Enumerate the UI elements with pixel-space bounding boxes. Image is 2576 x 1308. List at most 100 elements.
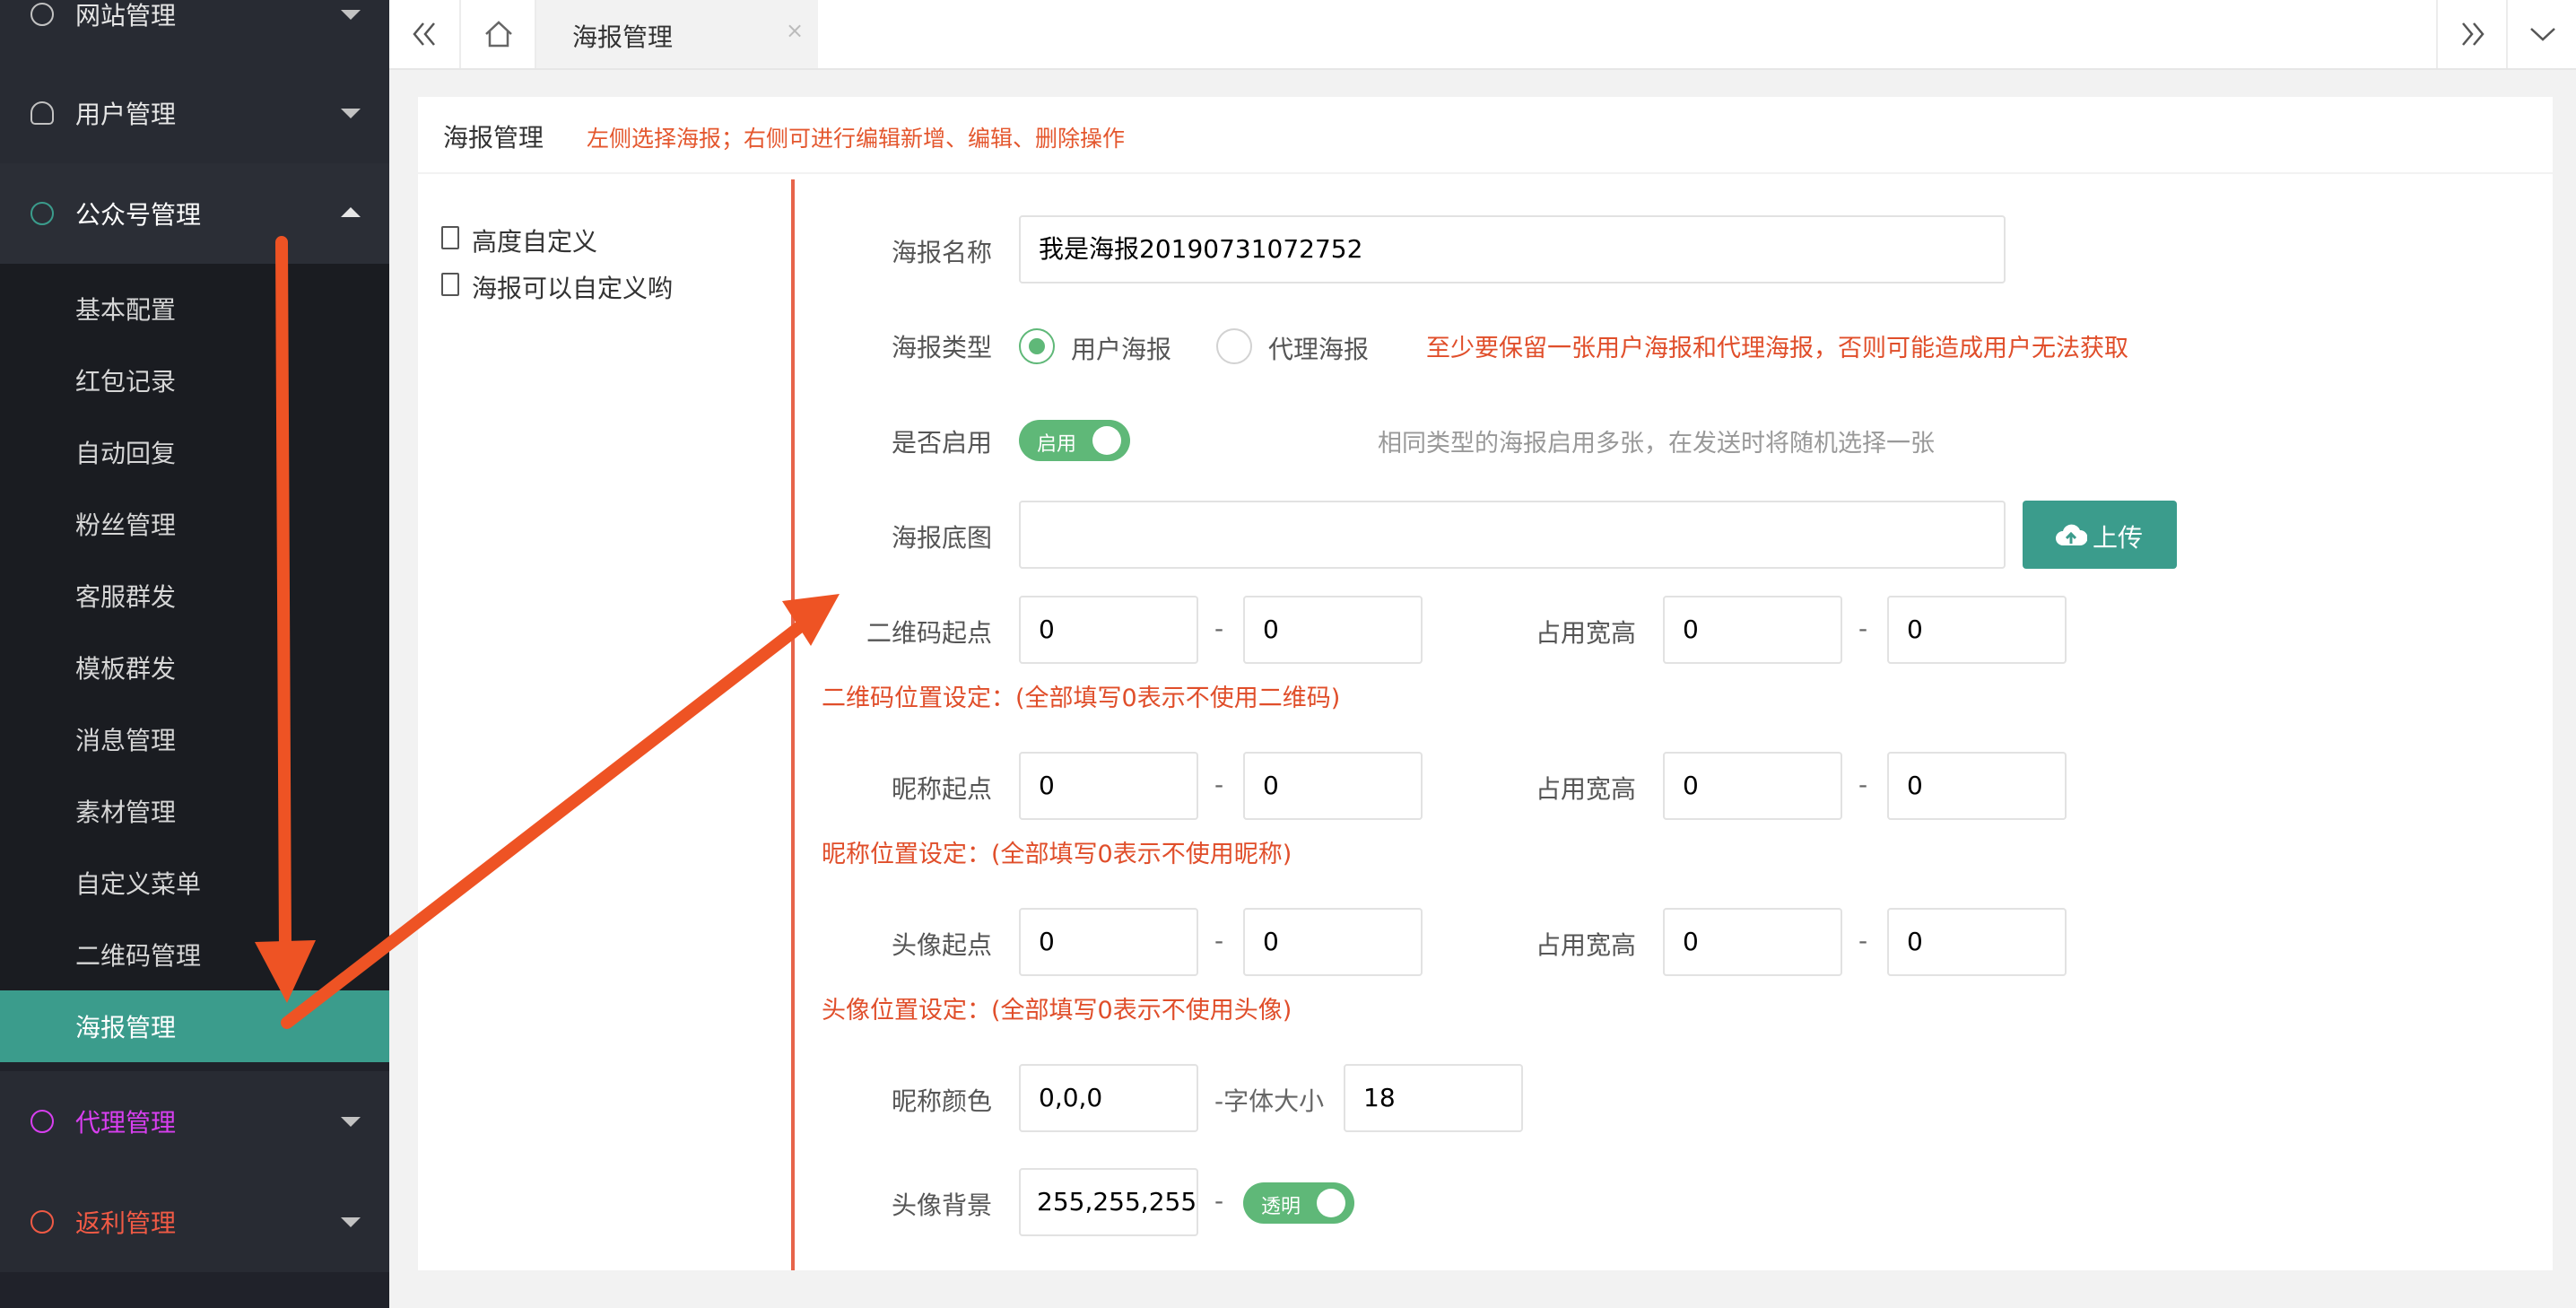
radio-user-poster-label: 用户海报 [1071,335,1172,364]
nick-color-label: 昵称颜色 [891,1086,992,1116]
nav-group-website[interactable]: 网站管理 [0,0,389,65]
poster-name-label: 海报名称 [891,238,992,267]
nick-color-input[interactable]: 0,0,0 [1019,1064,1198,1132]
dash: - [1858,770,1868,799]
tree-item-label: 高度自定义 [472,227,598,257]
radio-user-poster[interactable] [1019,328,1055,364]
sidebar-item-label: 自动回复 [75,439,177,468]
nick-origin-label: 昵称起点 [891,774,992,804]
nav-group-users[interactable]: 用户管理 [0,63,389,163]
chevron-down-icon [341,109,361,118]
qr-note: 二维码位置设定：(全部填写0表示不使用二维码) [822,685,1341,712]
cloud-upload-icon [2056,524,2087,545]
sidebar-item-label: 二维码管理 [75,941,202,971]
sidebar-item-label: 粉丝管理 [75,510,177,540]
tab-poster[interactable]: 海报管理 × [536,0,818,68]
rebate-icon [30,1210,54,1234]
double-chevron-left-icon [413,22,435,46]
tab-bar: 海报管理 × [389,0,2576,70]
enable-switch[interactable]: 启用 [1019,420,1130,461]
tab-label: 海报管理 [572,22,674,52]
dash: - [1858,926,1868,955]
sidebar-item-template-broadcast[interactable]: 模板群发 [0,632,389,703]
agent-icon [30,1110,54,1133]
sidebar-item-custom-menu[interactable]: 自定义菜单 [0,847,389,919]
close-icon[interactable]: × [786,18,804,43]
dash: - [1214,926,1224,955]
qr-width-input[interactable]: 0 [1663,596,1842,664]
sidebar-item-qrcode[interactable]: 二维码管理 [0,919,389,990]
page-title: 海报管理 [443,123,544,153]
sidebar-item-fans[interactable]: 粉丝管理 [0,488,389,560]
nav-group-wechat[interactable]: 公众号管理 [0,163,389,264]
transparent-switch[interactable]: 透明 [1243,1182,1354,1224]
scroll-left-button[interactable] [389,0,461,68]
home-tab[interactable] [461,0,536,68]
font-size-label: -字体大小 [1214,1086,1325,1116]
avatar-size-label: 占用宽高 [1535,930,1636,960]
sidebar-item-auto-reply[interactable]: 自动回复 [0,416,389,488]
tab-menu-button[interactable] [2506,0,2576,68]
tree-item-poster[interactable]: 海报可以自定义哟 [441,269,674,305]
sidebar-item-label: 基本配置 [75,295,177,325]
qr-x-input[interactable]: 0 [1019,596,1198,664]
tree-item-label: 海报可以自定义哟 [472,274,674,303]
poster-type-label: 海报类型 [891,333,992,362]
nick-note: 昵称位置设定：(全部填写0表示不使用昵称) [822,841,1292,868]
nick-y-input[interactable]: 0 [1243,752,1423,820]
sidebar-item-label: 自定义菜单 [75,869,202,899]
qr-origin-label: 二维码起点 [866,618,992,648]
nick-size-label: 占用宽高 [1535,774,1636,804]
chevron-down-icon [341,1117,361,1127]
poster-name-input[interactable]: 我是海报20190731072752 [1019,215,2006,283]
chevron-up-icon [341,207,361,217]
sidebar-item-label: 客服群发 [75,582,177,612]
avatar-bg-input[interactable]: 255,255,255 [1019,1168,1198,1236]
avatar-height-input[interactable]: 0 [1887,908,2067,976]
font-size-input[interactable]: 18 [1344,1064,1523,1132]
dash: - [1858,614,1868,643]
sidebar-item-basic-config[interactable]: 基本配置 [0,273,389,344]
sidebar-item-messages[interactable]: 消息管理 [0,703,389,775]
sidebar-item-label: 消息管理 [75,726,177,755]
avatar-width-input[interactable]: 0 [1663,908,1842,976]
dash: - [1214,770,1224,799]
wechat-icon [30,202,54,225]
nick-height-input[interactable]: 0 [1887,752,2067,820]
sidebar-item-materials[interactable]: 素材管理 [0,775,389,847]
avatar-origin-label: 头像起点 [891,930,992,960]
nav-group-label: 用户管理 [75,100,177,129]
globe-icon [30,3,54,26]
switch-knob [1317,1189,1345,1217]
nav-group-label: 返利管理 [75,1208,177,1238]
avatar-bg-label: 头像背景 [891,1190,992,1220]
qr-y-input[interactable]: 0 [1243,596,1423,664]
poster-bg-input[interactable] [1019,501,2006,569]
radio-agent-poster-label: 代理海报 [1268,335,1370,364]
sidebar-item-label: 模板群发 [75,654,177,684]
dash: - [1214,614,1224,643]
poster-bg-label: 海报底图 [891,523,992,553]
switch-label: 透明 [1261,1196,1301,1218]
sidebar-item-service-broadcast[interactable]: 客服群发 [0,560,389,632]
avatar-x-input[interactable]: 0 [1019,908,1198,976]
switch-knob [1092,426,1121,455]
nick-x-input[interactable]: 0 [1019,752,1198,820]
radio-agent-poster[interactable] [1216,328,1252,364]
avatar-note: 头像位置设定：(全部填写0表示不使用头像) [822,997,1292,1025]
chevron-down-icon [341,10,361,20]
sidebar-item-poster[interactable]: 海报管理 [0,990,389,1062]
upload-button[interactable]: 上传 [2023,501,2177,569]
user-icon [30,101,54,125]
avatar-y-input[interactable]: 0 [1243,908,1423,976]
qr-size-label: 占用宽高 [1535,618,1636,648]
panel-divider [791,179,795,1270]
home-icon [485,21,512,48]
sidebar-item-red-packet[interactable]: 红包记录 [0,344,389,416]
nick-width-input[interactable]: 0 [1663,752,1842,820]
scroll-right-button[interactable] [2436,0,2506,68]
qr-height-input[interactable]: 0 [1887,596,2067,664]
nav-group-agent[interactable]: 代理管理 [0,1071,389,1172]
nav-group-rebate[interactable]: 返利管理 [0,1172,389,1272]
tree-item-poster[interactable]: 高度自定义 [441,222,598,258]
